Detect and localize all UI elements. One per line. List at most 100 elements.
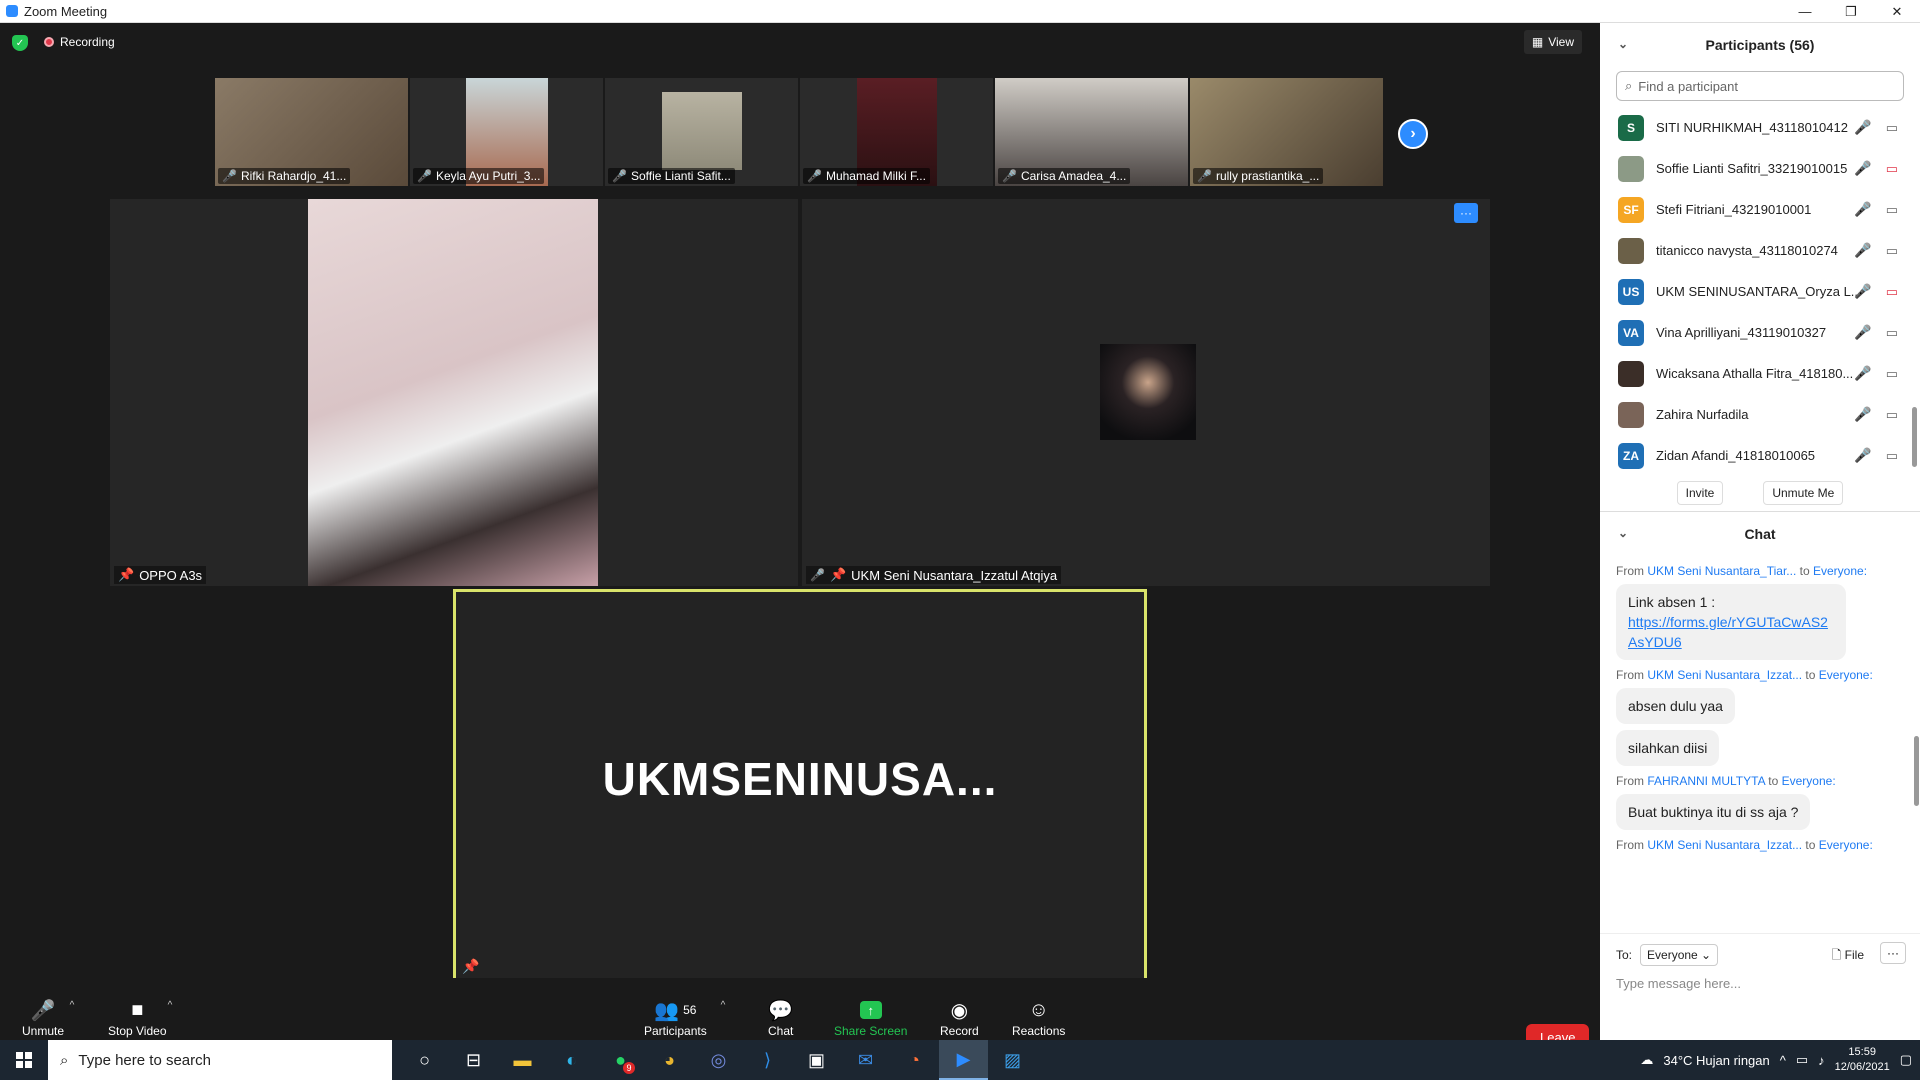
video-camera-icon: ■ (131, 998, 144, 1021)
participant-thumbnail[interactable]: 🎤 Muhamad Milki F... (800, 78, 993, 186)
participant-thumbnail[interactable]: 🎤 rully prastiantika_... (1190, 78, 1383, 186)
record-button[interactable]: ◉ Record (940, 996, 979, 1039)
network-icon[interactable]: ▭ (1796, 1052, 1808, 1068)
participant-thumbnail[interactable]: 🎤 Soffie Lianti Safit... (605, 78, 798, 186)
caret-up-icon: ^ (167, 1000, 173, 1011)
file-explorer-icon[interactable]: ▬ (498, 1040, 547, 1080)
whatsapp-icon[interactable]: ● 9 (596, 1040, 645, 1080)
participant-thumbnail[interactable]: 🎤 Carisa Amadea_4... (995, 78, 1188, 186)
tile-name-label: 📌 OPPO A3s (114, 566, 207, 584)
chevron-down-icon[interactable]: ⌄ (1618, 37, 1628, 51)
discord-icon[interactable]: ◎ (694, 1040, 743, 1080)
whatsapp-badge: 9 (623, 1062, 635, 1074)
recording-indicator[interactable]: Recording (44, 35, 115, 49)
chat-button[interactable]: 💬 Chat (768, 996, 793, 1039)
close-button[interactable]: ✕ (1874, 0, 1920, 23)
recipient-dropdown[interactable]: Everyone ⌄ (1640, 944, 1719, 966)
chat-link[interactable]: https://forms.gle/rYGUTaCwAS2AsYDU6 (1628, 614, 1828, 650)
video-icon: ▭ (1885, 324, 1898, 340)
windows-logo-icon (16, 1052, 32, 1068)
chevron-down-icon[interactable]: ⌄ (1618, 526, 1628, 540)
video-icon: ▭ (1885, 365, 1898, 381)
file-icon: 🗋 (1831, 948, 1842, 962)
vscode-icon[interactable]: ⟩ (743, 1040, 792, 1080)
meeting-area: ✓ Recording ▦ View 🎤 Rifki Rahardjo_41...… (0, 23, 1600, 1063)
mail-icon[interactable]: ✉ (841, 1040, 890, 1080)
photos-icon[interactable]: ▨ (988, 1040, 1037, 1080)
unmute-button[interactable]: 🎤 Unmute (22, 996, 64, 1039)
avatar: ZA (1618, 442, 1644, 469)
unmute-me-button[interactable]: Unmute Me (1763, 480, 1844, 505)
next-page-button[interactable]: › (1398, 119, 1428, 149)
participant-row[interactable]: titanicco navysta_43118010274 🎤 ▭ (1600, 230, 1920, 271)
invite-button[interactable]: Invite (1676, 480, 1724, 505)
mic-muted-icon: 🎤 (810, 568, 825, 582)
chat-sender[interactable]: FAHRANNI MULTYTA (1647, 774, 1765, 788)
tile-more-button[interactable]: ··· (1454, 203, 1478, 223)
view-button[interactable]: ▦ View (1523, 30, 1582, 54)
chat-sender[interactable]: UKM Seni Nusantara_Tiar... (1647, 564, 1796, 578)
task-view-icon[interactable]: ⊟ (449, 1040, 498, 1080)
participant-list: S SITI NURHIKMAH_43118010412 🎤 ▭ Soffie Lian… (1600, 107, 1920, 476)
video-tile-oppo[interactable]: 📌 OPPO A3s (110, 199, 798, 586)
chat-more-button[interactable]: ··· (1880, 942, 1906, 964)
clock[interactable]: 15:59 12/06/2021 (1835, 1045, 1890, 1075)
thumbnail-name-label: 🎤 rully prastiantika_... (1193, 168, 1324, 184)
active-speaker-tile[interactable]: UKMSENINUSA... 📌 (453, 589, 1147, 982)
chat-composer: To: Everyone ⌄ 🗋 File ··· Type message h… (1600, 933, 1920, 1040)
video-icon: ▭ (1885, 447, 1898, 463)
chat-sender[interactable]: UKM Seni Nusantara_Izzat... (1647, 668, 1802, 682)
participant-row[interactable]: SF Stefi Fitriani_43219010001 🎤 ▭ (1600, 189, 1920, 230)
chat-scrollbar[interactable] (1914, 736, 1919, 806)
mic-muted-icon: 🎤 (417, 169, 432, 183)
participant-row[interactable]: Zahira Nurfadila 🎤 ▭ (1600, 394, 1920, 435)
participant-row[interactable]: Soffie Lianti Safitri_33219010015 🎤 ▭ (1600, 148, 1920, 189)
zoom-taskbar-icon[interactable]: ▶ (939, 1040, 988, 1080)
reactions-button[interactable]: ☺ Reactions (1012, 996, 1065, 1039)
record-icon: ◉ (950, 999, 969, 1022)
participant-thumbnail[interactable]: 🎤 Rifki Rahardjo_41... (215, 78, 408, 186)
view-label: View (1548, 35, 1574, 49)
participant-row[interactable]: S SITI NURHIKMAH_43118010412 🎤 ▭ (1600, 107, 1920, 148)
minimize-button[interactable]: — (1782, 0, 1828, 23)
participant-row[interactable]: VA Vina Aprilliyani_43119010327 🎤 ▭ (1600, 312, 1920, 353)
chat-message-input[interactable]: Type message here... (1600, 976, 1920, 991)
share-screen-button[interactable]: ↑ Share Screen (834, 996, 907, 1038)
file-button[interactable]: 🗋 File (1832, 946, 1864, 967)
mic-muted-icon: 🎤 (1854, 406, 1872, 422)
volume-icon[interactable]: ♪ (1818, 1053, 1825, 1068)
thumbnail-name-label: 🎤 Soffie Lianti Safit... (608, 168, 735, 184)
edge-icon[interactable]: ◐ (547, 1040, 596, 1080)
caret-up-icon: ^ (720, 1000, 726, 1011)
recording-label: Recording (60, 35, 115, 49)
participants-button[interactable]: 👥 56 Participants (644, 996, 707, 1039)
mic-muted-icon: 🎤 (1197, 169, 1212, 183)
chat-bubble: silahkan diisi (1616, 730, 1720, 766)
participant-row[interactable]: ZA Zidan Afandi_41818010065 🎤 ▭ (1600, 435, 1920, 476)
restore-button[interactable]: ❐ (1828, 0, 1874, 23)
chat-sender[interactable]: UKM Seni Nusantara_Izzat... (1647, 838, 1802, 852)
stop-video-button[interactable]: ■ Stop Video (108, 996, 167, 1039)
avatar: US (1618, 278, 1644, 305)
mic-muted-icon: 🎤 (1002, 169, 1017, 183)
taskbar-search-input[interactable]: ⌕ Type here to search (48, 1040, 392, 1080)
participant-thumbnail[interactable]: 🎤 Keyla Ayu Putri_3... (410, 78, 603, 186)
notifications-icon[interactable]: ▢ (1900, 1052, 1912, 1068)
video-tile-izzatul[interactable]: ··· 🎤 📌 UKM Seni Nusantara_Izzatul Atqiya (802, 199, 1490, 586)
start-button[interactable] (0, 1040, 48, 1080)
weather-text[interactable]: 34°C Hujan ringan (1663, 1053, 1769, 1068)
participant-row[interactable]: US UKM SENINUSANTARA_Oryza L... 🎤 ▭ (1600, 271, 1920, 312)
store-icon[interactable]: ▣ (792, 1040, 841, 1080)
cortana-icon[interactable]: ○ (400, 1040, 449, 1080)
video-off-icon: ▭ (1885, 160, 1898, 176)
participant-search-input[interactable]: ⌕ Find a participant (1616, 71, 1904, 101)
security-shield-icon[interactable]: ✓ (12, 35, 28, 51)
chevron-up-icon[interactable]: ^ (1780, 1053, 1786, 1068)
video-icon: ▭ (1885, 406, 1898, 422)
participant-row[interactable]: Wicaksana Athalla Fitra_418180... 🎤 ▭ (1600, 353, 1920, 394)
video-feed (1100, 344, 1196, 440)
firefox-icon[interactable]: ◔ (890, 1040, 939, 1080)
window-title: Zoom Meeting (24, 3, 108, 19)
chrome-icon[interactable]: ◕ (645, 1040, 694, 1080)
participant-name: Vina Aprilliyani_43119010327 (1656, 325, 1827, 340)
